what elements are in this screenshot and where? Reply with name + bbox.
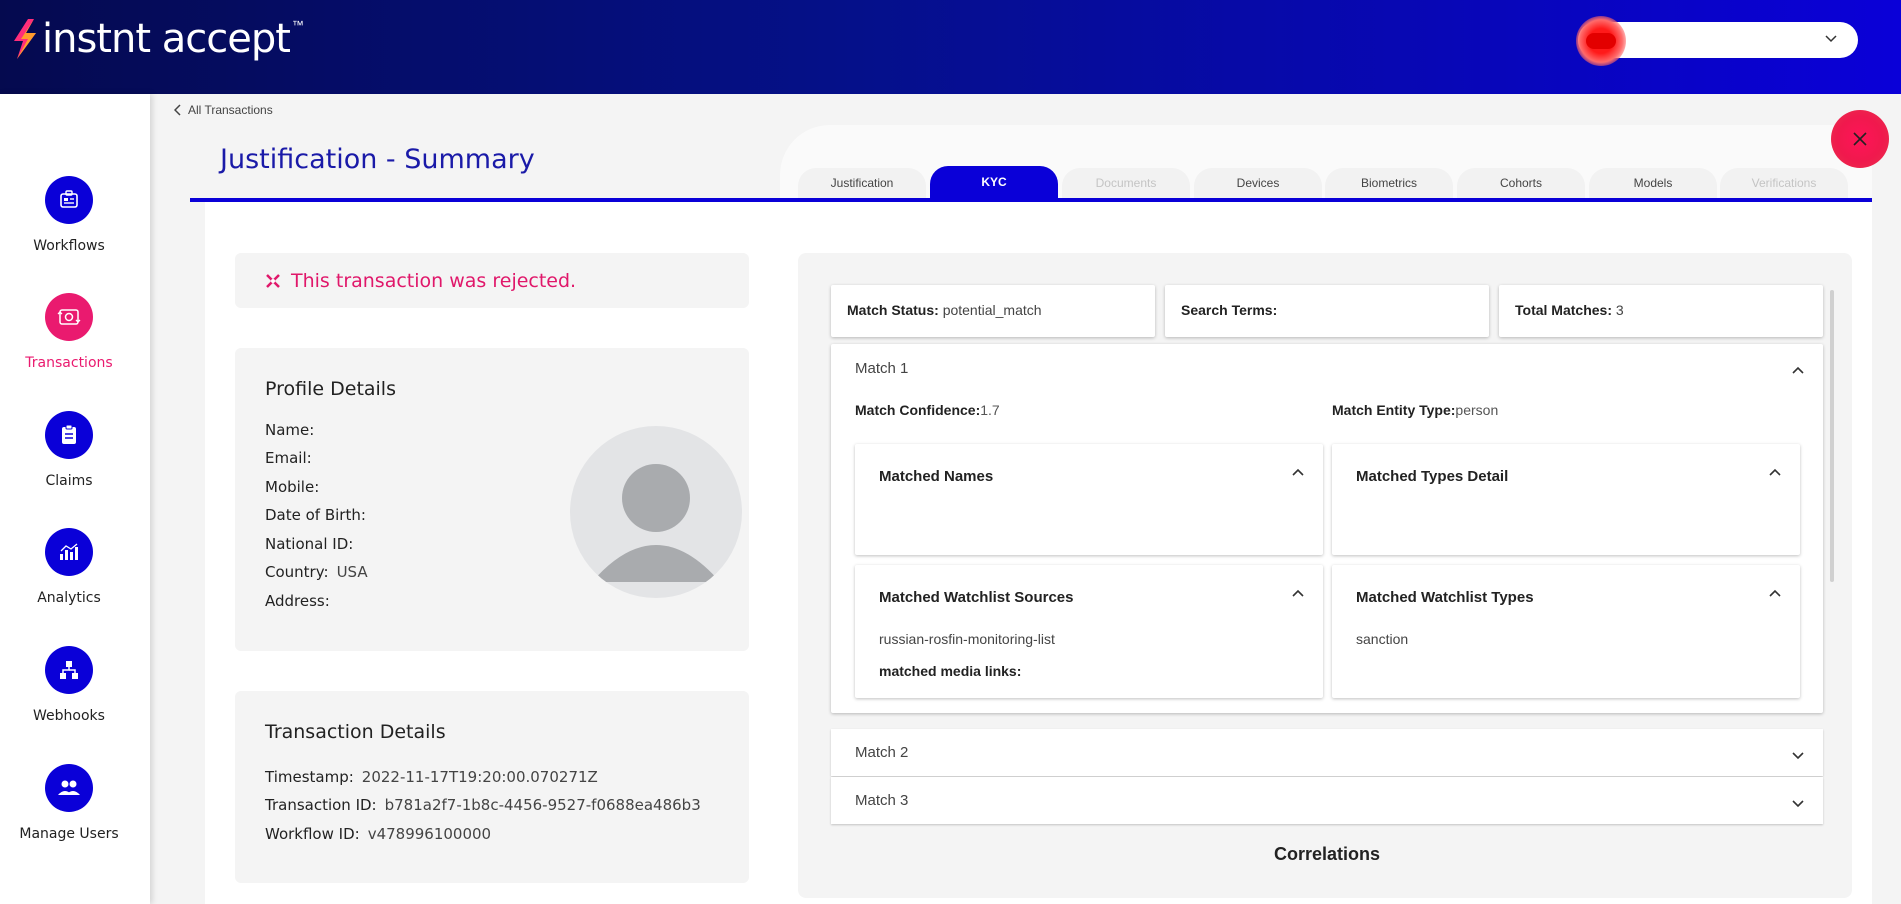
tab-devices[interactable]: Devices <box>1194 168 1322 201</box>
match-status-value: potential_match <box>942 302 1042 318</box>
watchlist-type-value: sanction <box>1356 631 1409 647</box>
transaction-field-workflow-id: Workflow ID: v478996100000 <box>265 825 492 843</box>
match-1-card: Match 1 Match Confidence:1.7 Match Entit… <box>831 344 1823 713</box>
matched-watchlist-types-title: Matched Watchlist Types <box>1356 589 1534 606</box>
sidebar-item-label: Workflows <box>33 238 105 254</box>
tab-models[interactable]: Models <box>1589 168 1717 201</box>
matched-names-title: Matched Names <box>879 468 994 485</box>
chevron-up-icon[interactable] <box>1291 466 1305 480</box>
profile-details-panel: Profile Details Name: Email: Mobile: Dat… <box>235 348 749 651</box>
match-3-header[interactable]: Match 3 <box>855 792 908 809</box>
rejected-icon <box>266 273 280 288</box>
user-avatar[interactable] <box>1576 16 1626 66</box>
profile-field-dob: Date of Birth: <box>265 506 366 524</box>
match-2-header[interactable]: Match 2 <box>855 744 908 761</box>
sidebar-item-webhooks[interactable]: Webhooks <box>0 646 138 724</box>
total-matches-value: 3 <box>1615 302 1624 318</box>
profile-field-country: Country: USA <box>265 563 368 581</box>
transaction-details-title: Transaction Details <box>265 721 446 743</box>
kyc-scrollbar[interactable] <box>1830 290 1834 582</box>
workflows-icon <box>45 176 93 224</box>
bolt-logo-icon <box>14 19 36 59</box>
profile-field-mobile: Mobile: <box>265 478 320 496</box>
sidebar-item-workflows[interactable]: Workflows <box>0 176 138 254</box>
breadcrumb[interactable]: All Transactions <box>174 103 273 117</box>
close-icon <box>1853 132 1867 146</box>
tab-kyc[interactable]: KYC <box>930 166 1058 202</box>
sidebar-item-label: Webhooks <box>33 708 105 724</box>
claims-icon <box>45 411 93 459</box>
search-terms-card: Search Terms: <box>1165 285 1489 337</box>
transaction-field-timestamp: Timestamp: 2022-11-17T19:20:00.070271Z <box>265 768 598 786</box>
chevron-up-icon[interactable] <box>1291 587 1305 601</box>
matched-types-detail-card: Matched Types Detail <box>1332 444 1800 555</box>
match-2-row[interactable]: Match 2 <box>831 729 1823 776</box>
sidebar-item-label: Claims <box>45 473 93 489</box>
users-icon <box>45 764 93 812</box>
matched-media-links-label: matched media links: <box>879 663 1022 679</box>
total-matches-card: Total Matches: 3 <box>1499 285 1823 337</box>
profile-avatar <box>570 426 742 598</box>
analytics-icon <box>45 528 93 576</box>
transaction-details-panel: Transaction Details Timestamp: 2022-11-17… <box>235 691 749 883</box>
chevron-up-icon[interactable] <box>1791 364 1805 378</box>
transactions-icon <box>45 293 93 341</box>
match-entity-type: Match Entity Type:person <box>1332 402 1499 418</box>
matched-names-card: Matched Names <box>855 444 1323 555</box>
sidebar: Workflows Transactions Claims Analytics … <box>0 94 150 904</box>
match-status-card: Match Status: potential_match <box>831 285 1155 337</box>
profile-field-name: Name: <box>265 421 315 439</box>
chevron-up-icon[interactable] <box>1768 466 1782 480</box>
sidebar-item-claims[interactable]: Claims <box>0 411 138 489</box>
matched-watchlist-types-card: Matched Watchlist Types sanction <box>1332 565 1800 698</box>
transaction-field-id: Transaction ID: b781a2f7-1b8c-4456-9527-f… <box>265 796 701 814</box>
close-button[interactable] <box>1831 110 1889 168</box>
sidebar-item-label: Transactions <box>25 355 113 371</box>
matched-types-detail-title: Matched Types Detail <box>1356 468 1509 485</box>
chevron-left-icon <box>174 104 181 116</box>
correlations-title: Correlations <box>1273 844 1381 864</box>
breadcrumb-all-transactions[interactable]: All Transactions <box>188 103 273 117</box>
chevron-down-icon[interactable] <box>1791 748 1805 762</box>
sidebar-item-analytics[interactable]: Analytics <box>0 528 138 606</box>
logo[interactable]: instnt accept ™ <box>8 14 304 64</box>
logo-text: instnt accept <box>42 16 291 62</box>
tab-biometrics[interactable]: Biometrics <box>1325 168 1453 201</box>
profile-field-email: Email: <box>265 449 312 467</box>
app-header: instnt accept ™ <box>0 0 1901 94</box>
webhooks-icon <box>45 646 93 694</box>
logo-trademark: ™ <box>291 18 304 32</box>
tab-justification[interactable]: Justification <box>798 168 926 201</box>
profile-field-national-id: National ID: <box>265 535 354 553</box>
profile-details-title: Profile Details <box>265 378 396 400</box>
sidebar-item-manage-users[interactable]: Manage Users <box>0 764 138 842</box>
status-banner: This transaction was rejected. <box>235 253 749 308</box>
match-confidence: Match Confidence:1.7 <box>855 402 1000 418</box>
sidebar-item-label: Analytics <box>37 590 101 606</box>
person-placeholder-icon <box>592 464 720 582</box>
tab-verifications: Verifications <box>1720 168 1848 201</box>
tab-documents: Documents <box>1062 168 1190 201</box>
matched-watchlist-sources-title: Matched Watchlist Sources <box>879 589 1074 606</box>
watchlist-source-value: russian-rosfin-monitoring-list <box>879 631 1055 647</box>
chevron-up-icon[interactable] <box>1768 587 1782 601</box>
chevron-down-icon[interactable] <box>1822 30 1840 48</box>
sidebar-item-transactions[interactable]: Transactions <box>0 293 138 371</box>
page-title: Justification - Summary <box>220 144 535 175</box>
tab-cohorts[interactable]: Cohorts <box>1457 168 1585 201</box>
matched-watchlist-sources-card: Matched Watchlist Sources russian-rosfin… <box>855 565 1323 698</box>
profile-field-address: Address: <box>265 592 330 610</box>
chevron-down-icon[interactable] <box>1791 796 1805 810</box>
match-3-row[interactable]: Match 3 <box>831 777 1823 824</box>
match-1-header[interactable]: Match 1 <box>855 360 908 377</box>
status-message: This transaction was rejected. <box>291 269 577 292</box>
sidebar-item-label: Manage Users <box>19 826 119 842</box>
